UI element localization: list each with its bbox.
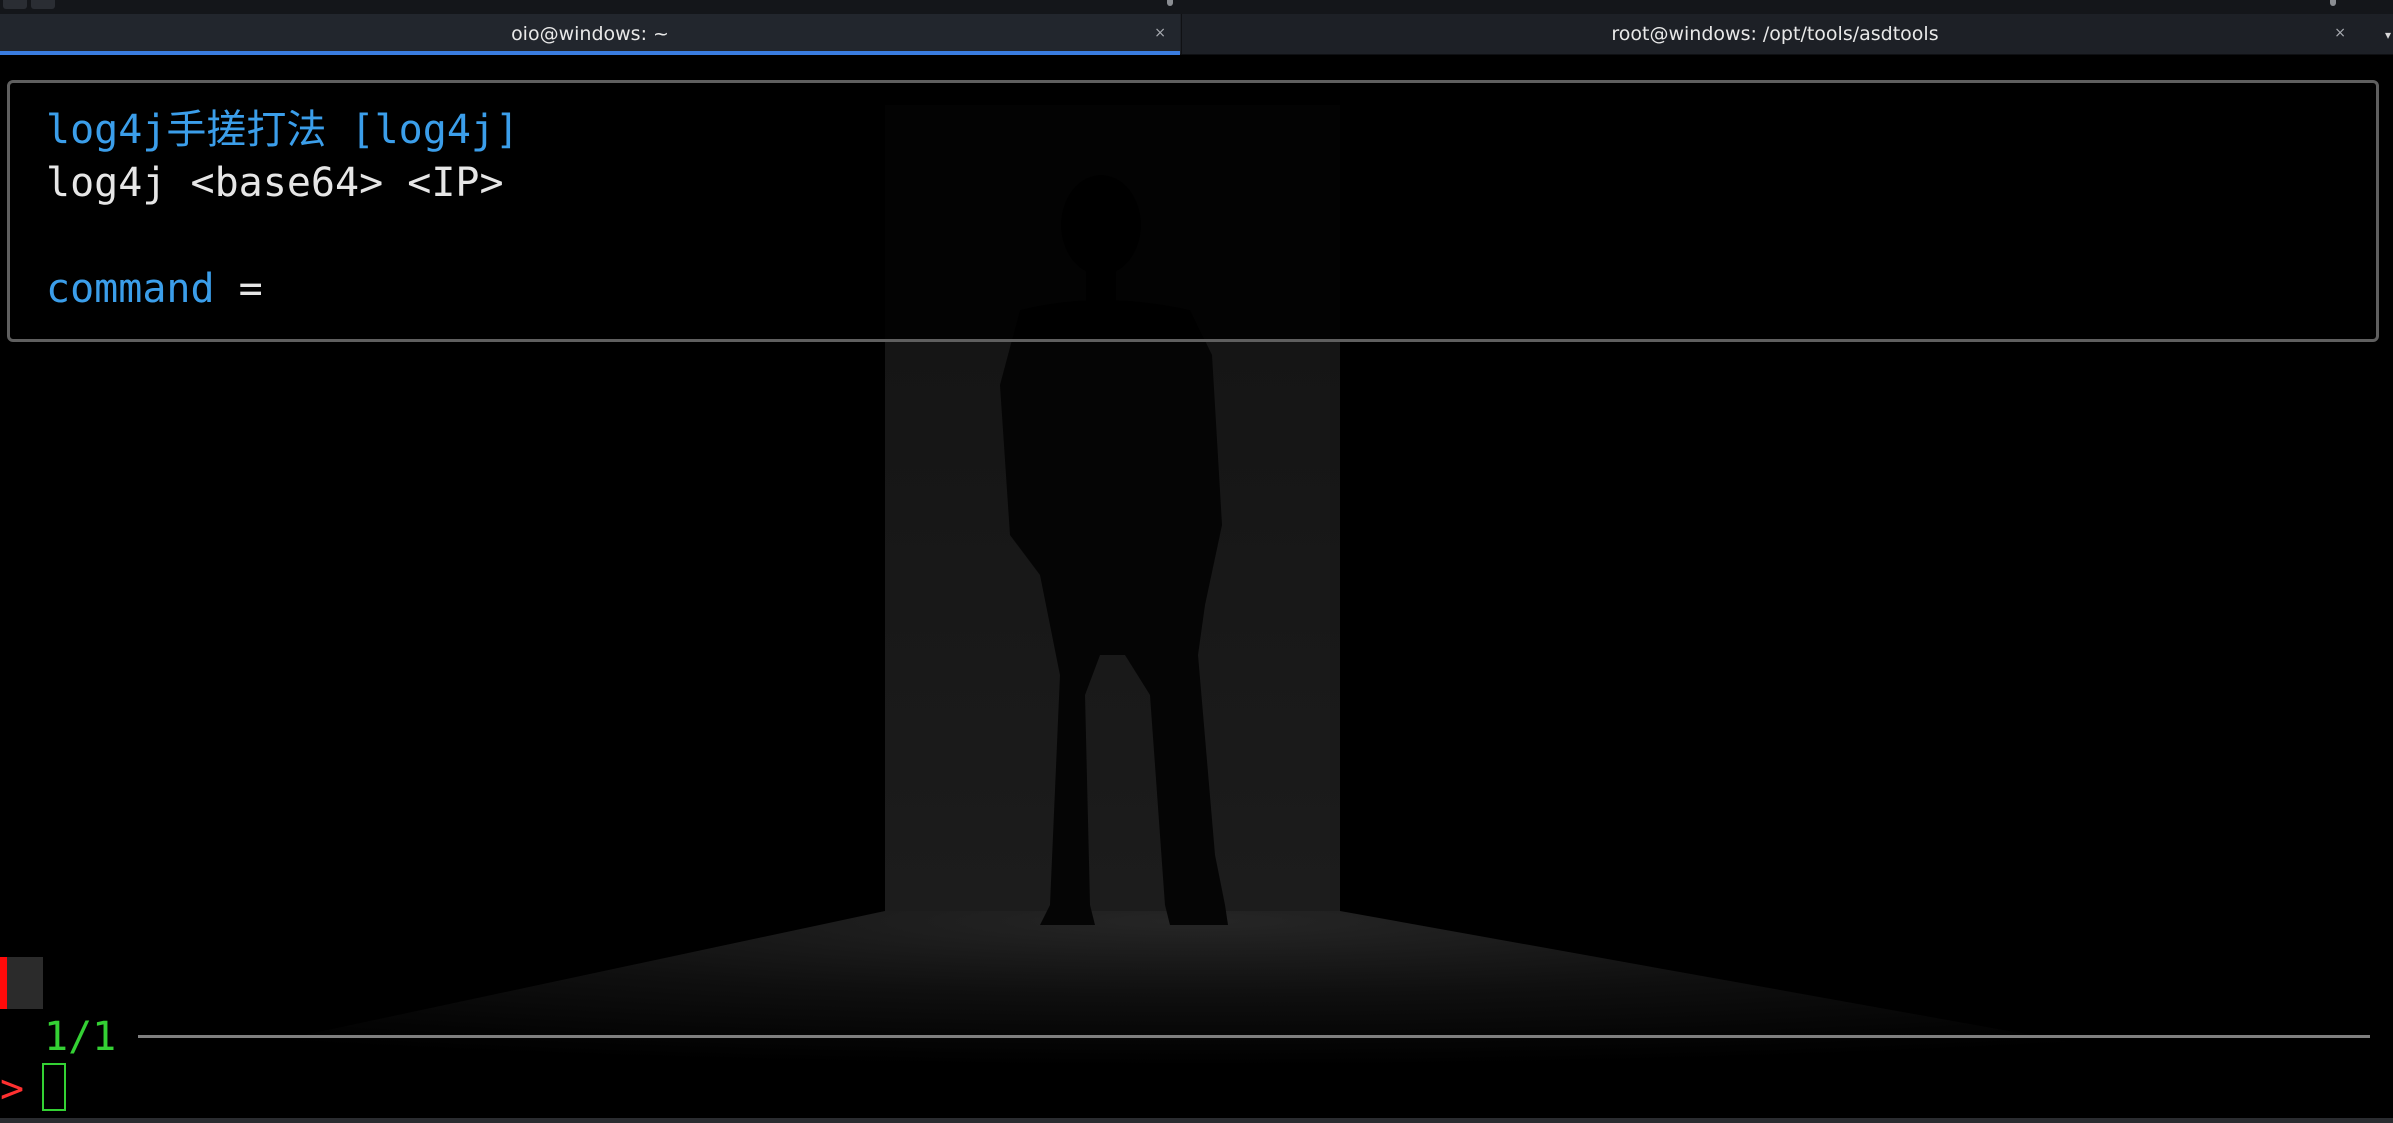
tab-root-asdtools[interactable]: root@windows: /opt/tools/asdtools × <box>1181 14 2368 54</box>
preview-usage: log4j <base64> <IP> <box>46 160 504 206</box>
match-count: 1/1 <box>44 1014 117 1060</box>
terminal-window: oio@windows: ~ × root@windows: /opt/tool… <box>0 0 2393 1123</box>
terminal-viewport[interactable]: log4j手搓打法 [log4j] log4j <base64> <IP> co… <box>0 55 2393 1118</box>
divider <box>138 1035 2370 1038</box>
tab-bar: oio@windows: ~ × root@windows: /opt/tool… <box>0 14 2393 55</box>
tab-title: root@windows: /opt/tools/asdtools <box>1611 23 1939 45</box>
window-indicator-icon <box>1167 0 1173 6</box>
window-indicator-icon <box>2330 0 2336 6</box>
preview-title: log4j手搓打法 [log4j] <box>46 107 520 153</box>
prompt-symbol: > <box>0 1066 25 1112</box>
chevron-down-icon[interactable]: ▾ <box>2385 28 2391 42</box>
tab-oio-home[interactable]: oio@windows: ~ × <box>0 14 1180 55</box>
command-equals: = <box>214 266 263 312</box>
selected-list-item[interactable] <box>7 957 43 1009</box>
window-top-strip <box>0 0 2393 15</box>
app-menu-icon[interactable] <box>3 0 27 9</box>
selection-marker <box>0 957 7 1009</box>
close-icon[interactable]: × <box>2334 26 2346 40</box>
tab-title: oio@windows: ~ <box>511 23 669 45</box>
close-icon[interactable]: × <box>1154 26 1166 40</box>
preview-command-line: command = <box>46 265 263 313</box>
window-button-icon[interactable] <box>31 0 55 9</box>
preview-panel: log4j手搓打法 [log4j] log4j <base64> <IP> co… <box>7 80 2379 342</box>
window-bottom-edge <box>0 1118 2393 1123</box>
command-key: command <box>46 266 215 312</box>
search-input[interactable] <box>42 1061 2342 1113</box>
